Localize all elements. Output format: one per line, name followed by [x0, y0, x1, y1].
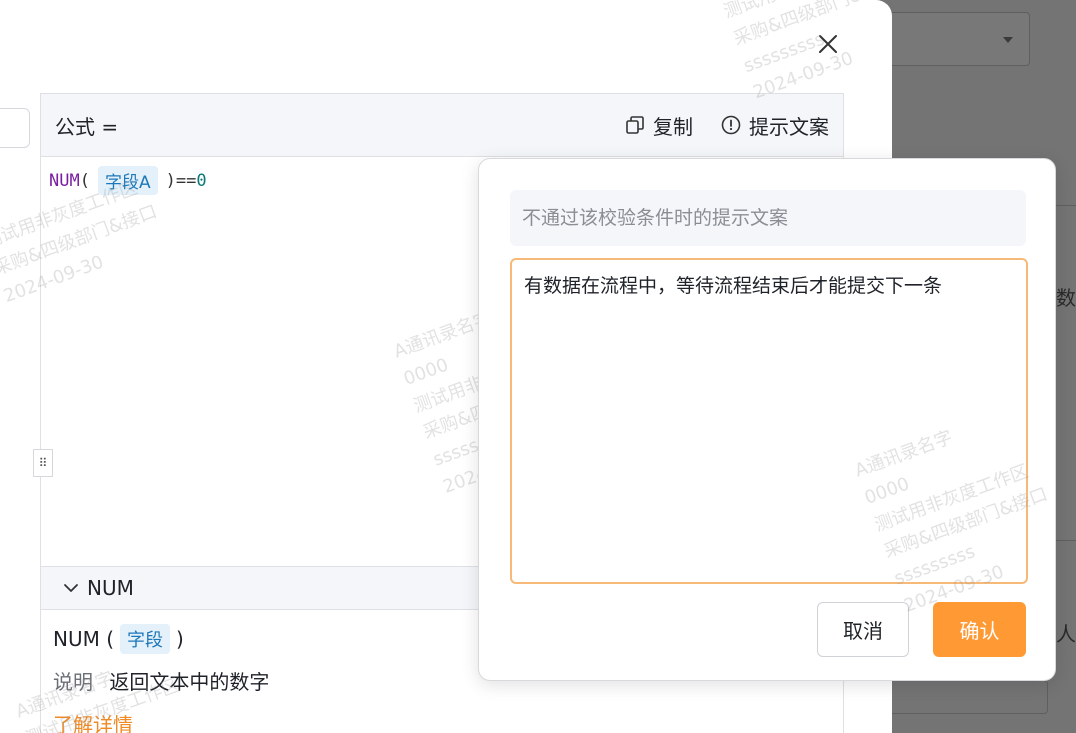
- field-search-input[interactable]: [0, 108, 30, 148]
- background-text: 人起: [1056, 622, 1076, 646]
- hint-text-textarea[interactable]: 有数据在流程中，等待流程结束后才能提交下一条: [510, 258, 1028, 584]
- copy-button[interactable]: 复制: [625, 111, 693, 140]
- function-description: 说明 返回文本中的数字: [53, 666, 269, 695]
- code-operator: ==: [175, 170, 197, 191]
- code-paren-close: ): [165, 170, 176, 191]
- signature-param-tag: 字段: [120, 624, 171, 654]
- hint-title-input[interactable]: [510, 190, 1026, 246]
- background-input: [880, 680, 1048, 714]
- learn-more-link[interactable]: 了解详情: [53, 709, 269, 733]
- description-label: 说明: [53, 670, 93, 694]
- caret-down-icon: [1003, 37, 1013, 43]
- editor-title: 公式 =: [55, 114, 119, 139]
- function-signature: NUM ( 字段 ): [53, 624, 269, 654]
- hint-text-popover: 有数据在流程中，等待流程结束后才能提交下一条 取消 确认 A通讯录名字0000测…: [478, 158, 1056, 681]
- code-field-tag[interactable]: 字段A: [97, 166, 158, 195]
- exclamation-circle-icon: [721, 115, 741, 135]
- background-text: 数: [1056, 286, 1076, 310]
- code-function: NUM: [49, 170, 80, 191]
- function-doc-body: NUM ( 字段 ) 说明 返回文本中的数字 了解详情: [53, 624, 269, 733]
- confirm-button[interactable]: 确认: [933, 602, 1026, 657]
- signature-fn: NUM (: [53, 627, 115, 651]
- close-icon[interactable]: [817, 33, 839, 55]
- chevron-down-icon: [64, 584, 78, 592]
- background-select: [880, 12, 1030, 66]
- code-number: 0: [196, 170, 207, 191]
- cancel-button[interactable]: 取消: [817, 602, 909, 657]
- description-text: 返回文本中的数字: [109, 670, 270, 694]
- editor-header: 公式 = 复制 提示文案: [41, 94, 843, 157]
- hint-text-label: 提示文案: [749, 114, 829, 139]
- copy-label: 复制: [653, 114, 693, 139]
- code-paren-open: (: [79, 170, 90, 191]
- drag-handle-icon[interactable]: ⠿: [33, 449, 53, 477]
- function-doc-title: NUM: [87, 576, 134, 600]
- signature-close: ): [176, 627, 184, 651]
- formula-code[interactable]: NUM ( 字段A ) == 0: [49, 166, 207, 195]
- copy-icon: [626, 116, 644, 134]
- hint-text-button[interactable]: 提示文案: [721, 111, 829, 140]
